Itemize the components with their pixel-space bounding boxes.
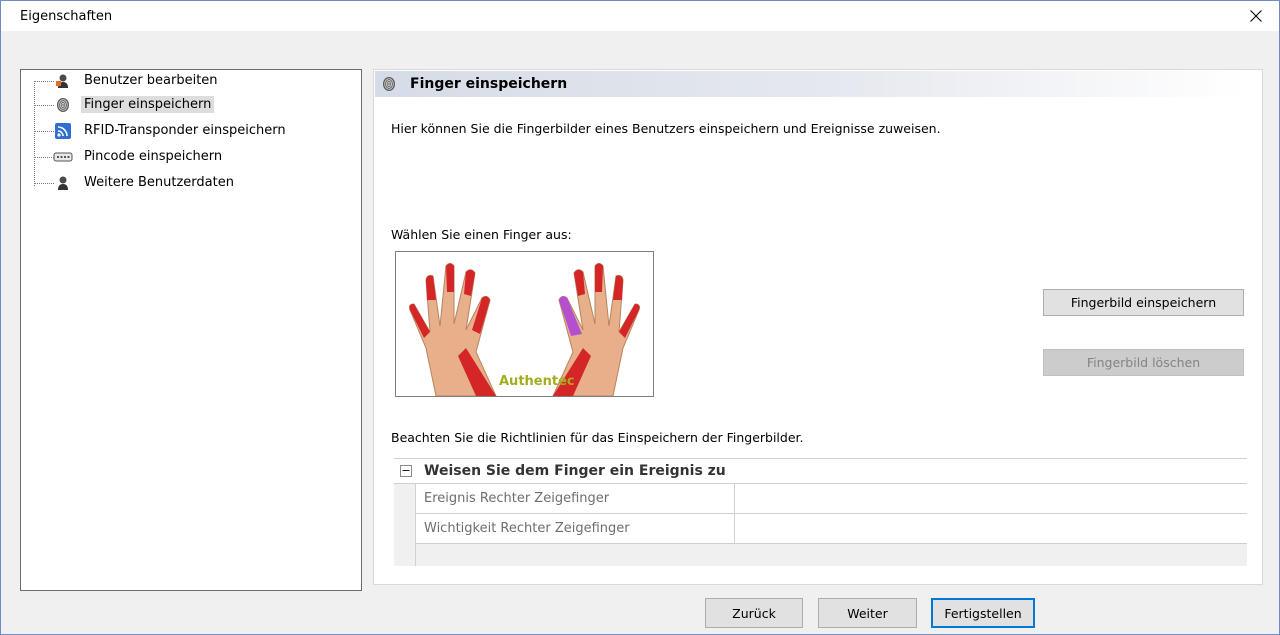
grid-divider bbox=[734, 484, 735, 514]
tree-item-pincode[interactable]: Pincode einspeichern bbox=[21, 146, 361, 168]
tree-item-label: Benutzer bearbeiten bbox=[84, 73, 218, 88]
grid-divider bbox=[734, 514, 735, 544]
properties-dialog: Eigenschaften Benutzer bearbeiten Finger… bbox=[0, 0, 1280, 635]
choose-finger-label: Wählen Sie einen Finger aus: bbox=[391, 227, 572, 242]
panel-header: Finger einspeichern bbox=[375, 71, 1247, 97]
tree-connector bbox=[34, 183, 54, 184]
tree-item-benutzer-bearbeiten[interactable]: Benutzer bearbeiten bbox=[21, 70, 361, 92]
hands-brand-label: Authentec bbox=[499, 374, 575, 389]
tree-item-label: Finger einspeichern bbox=[81, 96, 215, 113]
user-data-icon bbox=[58, 176, 68, 190]
tree-item-rfid-transponder[interactable]: RFID-Transponder einspeichern bbox=[21, 120, 361, 142]
delete-fingerprint-button[interactable]: Fingerbild löschen bbox=[1043, 349, 1244, 376]
grid-row-name: Ereignis Rechter Zeigefinger bbox=[424, 491, 610, 506]
close-icon bbox=[1250, 10, 1262, 22]
tree-item-weitere-benutzerdaten[interactable]: Weitere Benutzerdaten bbox=[21, 172, 361, 194]
panel-description: Hier können Sie die Fingerbilder eines B… bbox=[391, 121, 941, 136]
tree-connector bbox=[34, 81, 54, 82]
window-title: Eigenschaften bbox=[20, 9, 113, 24]
next-button[interactable]: Weiter bbox=[818, 598, 917, 628]
tree-item-label: Weitere Benutzerdaten bbox=[84, 175, 234, 190]
save-fingerprint-button[interactable]: Fingerbild einspeichern bbox=[1043, 289, 1244, 316]
fingerprint-icon bbox=[383, 77, 395, 91]
grid-row-importance[interactable]: Wichtigkeit Rechter Zeigefinger bbox=[416, 514, 1247, 544]
tree-connector bbox=[34, 105, 54, 106]
event-property-grid[interactable]: − Weisen Sie dem Finger ein Ereignis zu … bbox=[394, 458, 1247, 566]
collapse-toggle-icon[interactable]: − bbox=[400, 465, 412, 477]
user-edit-icon bbox=[56, 74, 68, 88]
content-panel: Finger einspeichern Hier können Sie die … bbox=[373, 69, 1263, 585]
grid-margin bbox=[394, 484, 416, 566]
grid-category: − Weisen Sie dem Finger ein Ereignis zu bbox=[394, 458, 1247, 484]
tree-item-finger-einspeichern[interactable]: Finger einspeichern bbox=[21, 94, 361, 116]
fingerprint-icon bbox=[57, 98, 69, 112]
rfid-icon bbox=[55, 123, 71, 139]
tree-connector bbox=[34, 157, 54, 158]
grid-row-event[interactable]: Ereignis Rechter Zeigefinger bbox=[416, 484, 1247, 514]
grid-category-title: Weisen Sie dem Finger ein Ereignis zu bbox=[424, 463, 726, 479]
navigation-tree[interactable]: Benutzer bearbeiten Finger einspeichern … bbox=[20, 69, 362, 591]
finger-selector-image[interactable]: Authentec bbox=[395, 251, 654, 397]
tree-connector bbox=[34, 131, 54, 132]
tree-item-label: Pincode einspeichern bbox=[84, 149, 223, 164]
title-bar: Eigenschaften bbox=[1, 1, 1279, 31]
panel-title: Finger einspeichern bbox=[410, 76, 568, 92]
back-button[interactable]: Zurück bbox=[705, 598, 803, 628]
keypad-icon bbox=[53, 152, 73, 162]
close-button[interactable] bbox=[1233, 1, 1279, 31]
grid-row-name: Wichtigkeit Rechter Zeigefinger bbox=[424, 521, 630, 536]
tree-item-label: RFID-Transponder einspeichern bbox=[84, 123, 286, 138]
guidelines-text: Beachten Sie die Richtlinien für das Ein… bbox=[391, 430, 804, 445]
finish-button[interactable]: Fertigstellen bbox=[931, 598, 1035, 628]
